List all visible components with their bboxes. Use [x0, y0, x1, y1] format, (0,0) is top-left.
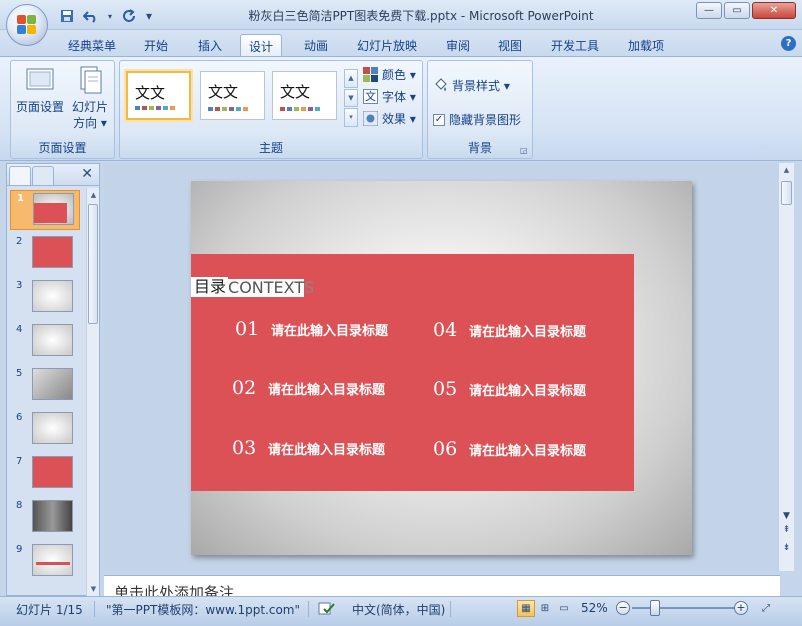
- zoom-in-icon[interactable]: +: [734, 601, 748, 615]
- tab-animations[interactable]: 动画: [296, 34, 336, 56]
- notes-placeholder: 单击此处添加备注: [114, 584, 235, 596]
- next-slide-icon[interactable]: ⇟: [780, 543, 793, 553]
- maximize-button[interactable]: ▭: [724, 2, 750, 19]
- group-themes: 文文 文文 文文 ▲ ▼ ▾ 颜色 ▾ 文 字体 ▾ 效果 ▾ 主题: [119, 60, 423, 159]
- close-button[interactable]: ✕: [752, 2, 796, 19]
- zoom-slider-knob[interactable]: [650, 600, 660, 616]
- group-label-background: 背景: [467, 141, 492, 155]
- slide-thumb-4[interactable]: 4: [10, 322, 80, 362]
- effects-icon: [362, 110, 379, 127]
- slide-sorter-icon[interactable]: ⊞: [536, 600, 554, 617]
- toc-item-03[interactable]: 03 请在此输入目录标题: [232, 437, 385, 459]
- current-slide[interactable]: 目录 CONTEXT S 01 请在此输入目录标题 02 请在此输入目录标题 0…: [191, 181, 692, 555]
- fonts-icon: 文: [363, 89, 378, 104]
- checkmark-icon: ✓: [433, 113, 445, 126]
- scroll-up-arrow[interactable]: ▲: [87, 188, 100, 202]
- group-background: 背景样式 ▾ ✓ 隐藏背景图形 背景 ◲: [427, 60, 533, 159]
- close-pane-icon[interactable]: ✕: [81, 166, 93, 182]
- tab-addins[interactable]: 加载项: [620, 34, 672, 56]
- theme-effects-button[interactable]: 效果 ▾: [362, 110, 416, 127]
- office-logo-icon: [17, 15, 37, 35]
- toc-item-06[interactable]: 06 请在此输入目录标题: [433, 438, 586, 460]
- fit-to-window-icon[interactable]: ⤢: [757, 600, 775, 617]
- scroll-down-arrow[interactable]: ▼: [87, 582, 100, 596]
- slide-thumb-3[interactable]: 3: [10, 278, 80, 318]
- group-label-page-setup: 页面设置: [38, 141, 87, 155]
- background-styles-button[interactable]: 背景样式 ▾: [433, 77, 510, 94]
- tab-developer[interactable]: 开发工具: [543, 34, 607, 56]
- normal-view-icon[interactable]: ▦: [517, 600, 535, 617]
- ribbon-tabs: 经典菜单 开始 插入 设计 动画 幻灯片放映 审阅 视图 开发工具 加载项 ?: [0, 30, 802, 57]
- gallery-down-button[interactable]: ▼: [344, 88, 358, 108]
- slides-pane-scrollbar[interactable]: ▲ ▼: [86, 188, 99, 596]
- notes-pane[interactable]: 单击此处添加备注: [104, 575, 780, 596]
- slide-thumb-7[interactable]: 7: [10, 454, 80, 494]
- language[interactable]: 中文(简体，中国): [352, 601, 445, 618]
- scroll-thumb[interactable]: [88, 204, 98, 324]
- slide-thumb-9[interactable]: 9: [10, 542, 80, 582]
- tab-slide-show[interactable]: 幻灯片放映: [349, 34, 425, 56]
- tab-home[interactable]: 开始: [136, 34, 176, 56]
- tab-insert[interactable]: 插入: [190, 34, 230, 56]
- theme-thumb-1[interactable]: 文文: [126, 71, 191, 120]
- gallery-up-button[interactable]: ▲: [344, 69, 358, 88]
- page-setup-button[interactable]: 页面设置: [15, 65, 65, 115]
- group-page-setup: 页面设置 幻灯片 方向 ▾ 页面设置: [10, 60, 115, 159]
- slide-thumb-6[interactable]: 6: [10, 410, 80, 450]
- theme-fonts-button[interactable]: 文 字体 ▾: [363, 88, 416, 105]
- tab-design[interactable]: 设计: [240, 34, 283, 56]
- slide-heading[interactable]: 目录 CONTEXT S: [191, 277, 314, 297]
- orientation-icon: [75, 65, 105, 95]
- status-bar: 幻灯片 1/15 "第一PPT模板网：www.1ppt.com" 中文(简体，中…: [0, 596, 802, 626]
- theme-colors-button[interactable]: 颜色 ▾: [363, 66, 416, 83]
- previous-slide-icon[interactable]: ⇞: [780, 525, 793, 535]
- spell-check-icon[interactable]: [318, 601, 336, 619]
- canvas-scrollbar[interactable]: ▲ ▼ ⇞ ⇟: [778, 163, 794, 571]
- slide-thumb-8[interactable]: 8: [10, 498, 80, 538]
- toc-item-04[interactable]: 04 请在此输入目录标题: [433, 319, 586, 341]
- slides-tab[interactable]: [9, 166, 31, 185]
- window-title: 粉灰白三色简洁PPT图表免费下载.pptx - Microsoft PowerP…: [248, 9, 594, 23]
- canvas-scroll-up-arrow[interactable]: ▲: [779, 163, 794, 177]
- background-dialog-launcher[interactable]: ◲: [520, 146, 529, 155]
- hide-background-graphics-checkbox[interactable]: ✓ 隐藏背景图形: [433, 111, 521, 128]
- theme-thumb-2[interactable]: 文文: [200, 71, 265, 120]
- slides-pane: ✕ 1 2 3 4 5 6 7 8 9 ▲ ▼: [6, 163, 100, 596]
- toc-item-05[interactable]: 05 请在此输入目录标题: [433, 378, 586, 400]
- toc-item-02[interactable]: 02 请在此输入目录标题: [232, 377, 385, 399]
- paint-bucket-icon: [433, 78, 448, 93]
- slide-editing-area: 目录 CONTEXT S 01 请在此输入目录标题 02 请在此输入目录标题 0…: [104, 163, 780, 571]
- scroll-down-arrow[interactable]: ▼: [780, 511, 793, 521]
- slide-index: 幻灯片 1/15: [16, 603, 83, 617]
- slide-thumbnail-list: 1 2 3 4 5 6 7 8 9: [7, 188, 85, 596]
- outline-tab[interactable]: [32, 166, 54, 185]
- slide-thumb-5[interactable]: 5: [10, 366, 80, 406]
- theme-name: "第一PPT模板网：www.1ppt.com": [106, 603, 301, 617]
- office-button[interactable]: [6, 4, 48, 46]
- gallery-more-button[interactable]: ▾: [344, 108, 358, 128]
- slide-orientation-button[interactable]: 幻灯片 方向 ▾: [68, 65, 112, 131]
- canvas-scroll-thumb[interactable]: [781, 181, 792, 205]
- tab-review[interactable]: 审阅: [438, 34, 478, 56]
- colors-icon: [363, 67, 378, 82]
- theme-thumb-3[interactable]: 文文: [272, 71, 337, 120]
- slide-thumb-2[interactable]: 2: [10, 234, 80, 274]
- slide-show-icon[interactable]: ▭: [555, 600, 573, 617]
- toc-item-01[interactable]: 01 请在此输入目录标题: [235, 318, 388, 340]
- help-icon[interactable]: ?: [781, 36, 796, 51]
- title-bar: ▾ ▾ 粉灰白三色简洁PPT图表免费下载.pptx - Microsoft Po…: [0, 0, 802, 30]
- ribbon: 页面设置 幻灯片 方向 ▾ 页面设置 文文 文文 文文 ▲ ▼ ▾ 颜色 ▾ 文…: [0, 56, 802, 161]
- zoom-out-icon[interactable]: −: [616, 601, 630, 615]
- slide-thumb-1[interactable]: 1: [10, 190, 80, 230]
- theme-gallery-scroll: ▲ ▼ ▾: [344, 69, 358, 128]
- zoom-slider[interactable]: [632, 607, 738, 609]
- page-setup-icon: [25, 65, 55, 95]
- tab-view[interactable]: 视图: [490, 34, 530, 56]
- tab-classic-menu[interactable]: 经典菜单: [60, 34, 124, 56]
- minimize-button[interactable]: —: [696, 2, 722, 19]
- zoom-level[interactable]: 52%: [581, 601, 608, 615]
- group-label-themes: 主题: [258, 141, 283, 155]
